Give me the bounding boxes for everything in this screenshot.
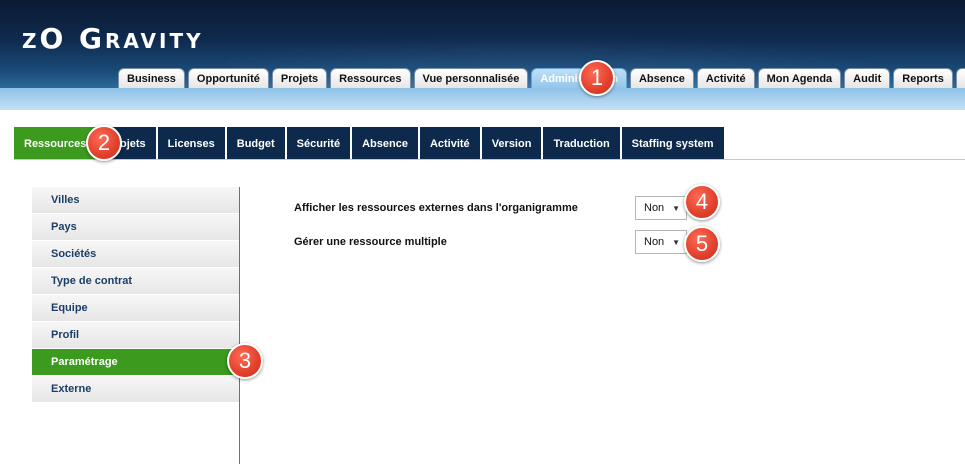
- main-tab-mon-agenda[interactable]: Mon Agenda: [757, 68, 842, 88]
- main-tab-reports[interactable]: Reports: [893, 68, 953, 88]
- sidebar-item-societes[interactable]: Sociétés: [32, 241, 239, 267]
- dropdown-arrow-icon: ▼: [672, 238, 680, 247]
- sidebar: Villes Pays Sociétés Type de contrat Equ…: [32, 187, 240, 464]
- main-tab-projets[interactable]: Projets: [271, 68, 328, 88]
- sub-tab-activite[interactable]: Activité: [419, 127, 480, 160]
- main-nav: Business Opportunité Projets Ressources …: [118, 68, 965, 88]
- external-org-select[interactable]: Non ▼: [635, 196, 687, 220]
- main-tab-vue-personnalisee[interactable]: Vue personnalisée: [413, 68, 529, 88]
- sidebar-item-pays[interactable]: Pays: [32, 214, 239, 240]
- sidebar-item-parametrage[interactable]: Paramétrage: [32, 349, 239, 375]
- main-tab-ressources[interactable]: Ressources: [330, 68, 411, 88]
- setting-label-multiple-resource: Gérer une ressource multiple: [294, 236, 447, 248]
- callout-badge-3: 3: [227, 343, 263, 379]
- sidebar-item-villes[interactable]: Villes: [32, 187, 239, 213]
- main-tab-absence[interactable]: Absence: [629, 68, 694, 88]
- sub-tab-securite[interactable]: Sécurité: [286, 127, 351, 160]
- header-band: [0, 88, 965, 110]
- sub-tab-staffing-system[interactable]: Staffing system: [621, 127, 724, 160]
- callout-badge-5: 5: [684, 226, 720, 262]
- sub-tab-version[interactable]: Version: [481, 127, 542, 160]
- sidebar-item-profil[interactable]: Profil: [32, 322, 239, 348]
- main-tab-opportunite[interactable]: Opportunité: [187, 68, 269, 88]
- multiple-resource-select-value: Non: [644, 236, 665, 248]
- multiple-resource-select[interactable]: Non ▼: [635, 230, 687, 254]
- main-tab-audit[interactable]: Audit: [844, 68, 891, 88]
- external-org-select-value: Non: [644, 202, 665, 214]
- main-tab-zogmsg[interactable]: ZogMsg: [955, 68, 965, 88]
- sidebar-item-externe[interactable]: Externe: [32, 376, 239, 402]
- sub-tab-traduction[interactable]: Traduction: [543, 127, 620, 160]
- dropdown-arrow-icon: ▼: [672, 204, 680, 213]
- sub-tab-licenses[interactable]: Licenses: [157, 127, 225, 160]
- sub-tab-budget[interactable]: Budget: [226, 127, 285, 160]
- setting-label-external-org: Afficher les ressources externes dans l'…: [294, 202, 578, 214]
- main-tab-business[interactable]: Business: [118, 68, 185, 88]
- main-tab-activite[interactable]: Activité: [696, 68, 755, 88]
- sub-nav-divider: [14, 159, 965, 160]
- callout-badge-1: 1: [579, 60, 615, 96]
- callout-badge-4: 4: [684, 184, 720, 220]
- sub-tab-absence[interactable]: Absence: [352, 127, 418, 160]
- app-logo: zO Gravity: [22, 22, 204, 55]
- callout-badge-2: 2: [86, 125, 122, 161]
- sub-tab-ressources[interactable]: Ressources: [14, 127, 97, 160]
- sidebar-item-equipe[interactable]: Equipe: [32, 295, 239, 321]
- sidebar-item-type-de-contrat[interactable]: Type de contrat: [32, 268, 239, 294]
- app-header: zO Gravity Business Opportunité Projets …: [0, 0, 965, 88]
